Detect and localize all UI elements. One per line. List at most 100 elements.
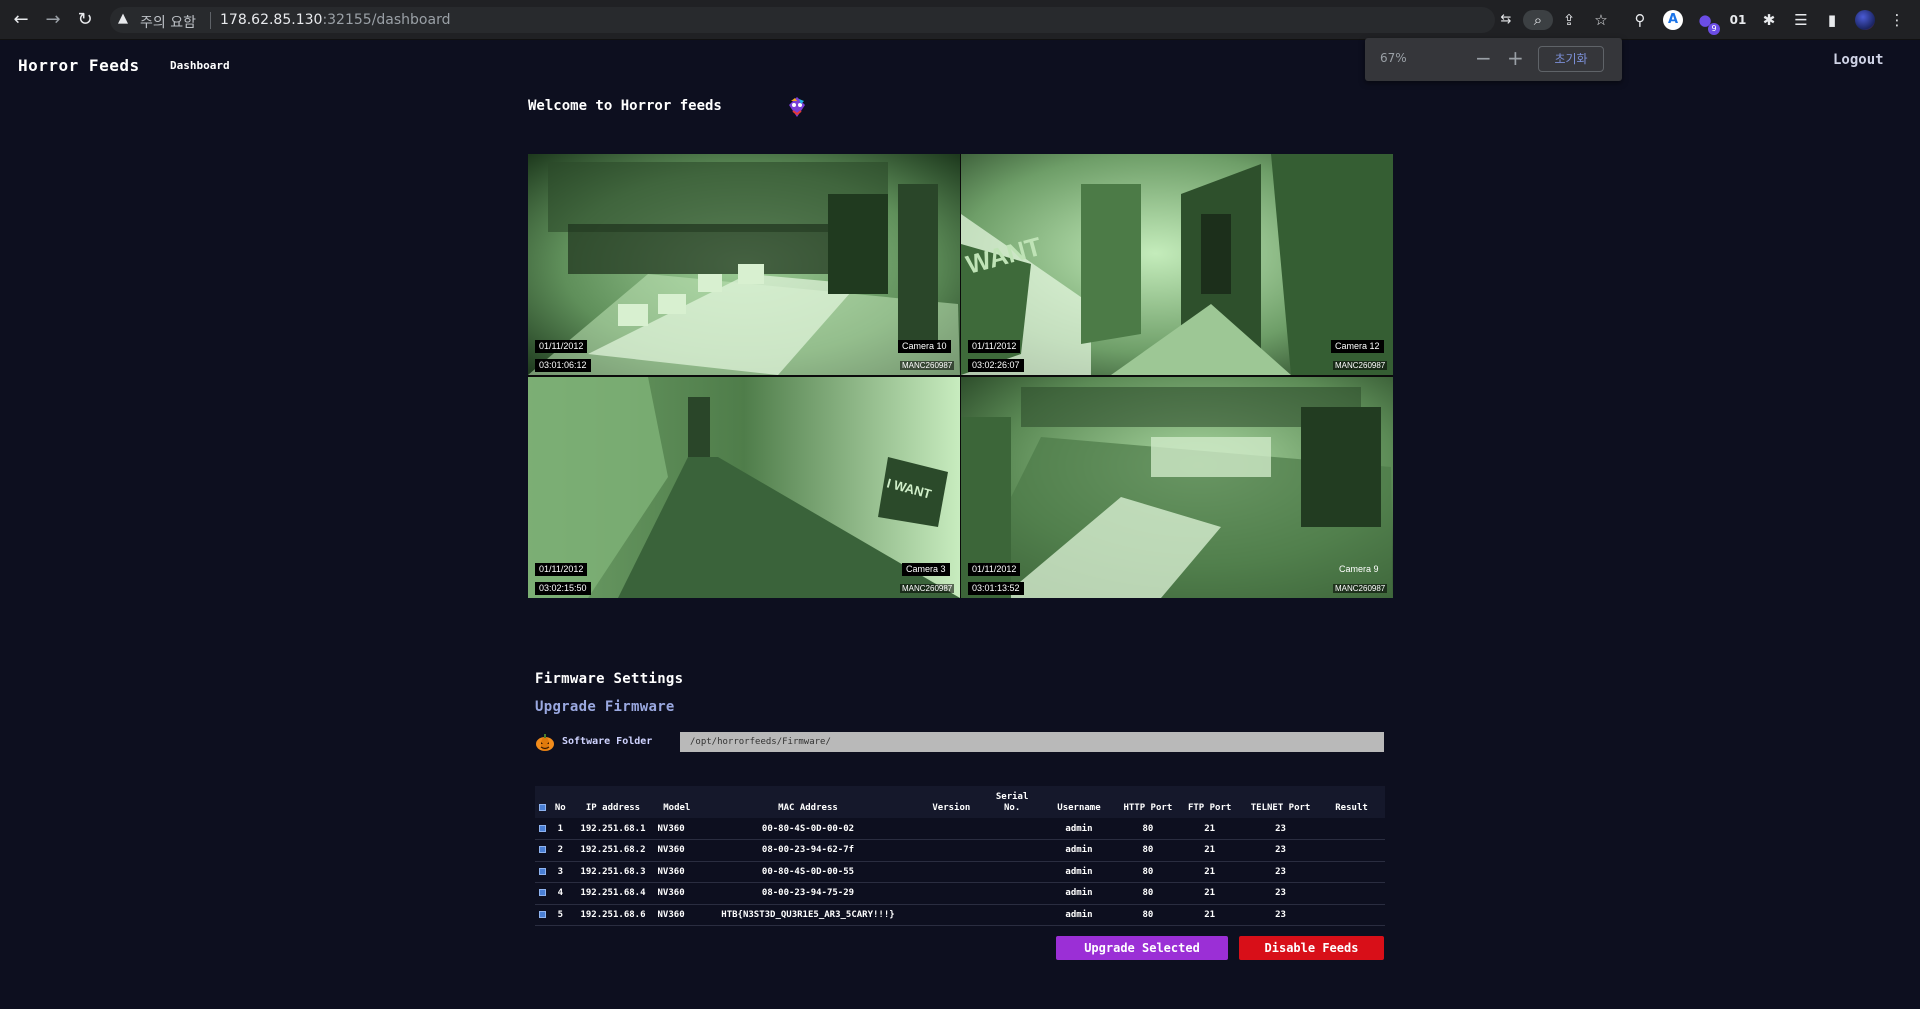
profile-icon[interactable] — [1855, 10, 1875, 30]
share-icon[interactable]: ⇪ — [1559, 10, 1579, 30]
reload-icon[interactable]: ↻ — [74, 9, 96, 30]
disable-feeds-button[interactable]: Disable Feeds — [1239, 936, 1384, 960]
cell-model: NV360 — [654, 839, 700, 862]
kebab-menu-icon[interactable]: ⋮ — [1887, 10, 1907, 30]
cell-version — [916, 882, 986, 905]
cam-name: Camera 3 — [902, 563, 950, 576]
cell-username: admin — [1038, 818, 1120, 840]
col-serial: Serial No. — [995, 792, 1029, 813]
extension-search-icon[interactable]: ⚲ — [1630, 10, 1650, 30]
cam-name: Camera 12 — [1331, 340, 1384, 353]
cell-version — [916, 839, 986, 862]
cell-serial — [985, 818, 1039, 840]
table-row[interactable]: 4 192.251.68.4 NV360 08-00-23-94-75-29 a… — [535, 882, 1385, 905]
cam-date: 01/11/2012 — [968, 563, 1021, 576]
cell-serial — [985, 839, 1039, 862]
ghost-badge-icon — [789, 97, 805, 117]
cell-username: admin — [1038, 904, 1120, 926]
cell-http: 80 — [1119, 882, 1177, 905]
cell-http: 80 — [1119, 861, 1177, 883]
cell-ftp: 21 — [1176, 861, 1244, 883]
camera-feed-3[interactable]: I WANT 01/11/2012 03:02:15:50 Camera 3 M… — [528, 377, 960, 598]
cell-ip: 192.251.68.1 — [571, 818, 655, 840]
row-checkbox[interactable] — [535, 818, 550, 840]
cam-id: MANC260987 — [1333, 361, 1388, 370]
puzzle-icon[interactable]: ✱ — [1759, 10, 1779, 30]
security-warning[interactable]: 주의 요함 — [140, 12, 196, 32]
row-checkbox[interactable] — [535, 861, 550, 883]
device-table: No IP address Model MAC Address Version … — [535, 786, 1385, 926]
cell-result — [1318, 861, 1385, 883]
logout-link[interactable]: Logout — [1833, 52, 1884, 68]
table-row[interactable]: 1 192.251.68.1 NV360 00-80-4S-0D-00-02 a… — [535, 818, 1385, 840]
translate-icon[interactable]: ⇆ — [1496, 10, 1516, 30]
zoom-in-button[interactable]: + — [1507, 46, 1524, 70]
url-host: 178.62.85.130 — [220, 12, 323, 28]
cell-no: 2 — [549, 839, 572, 862]
col-ip: IP address — [585, 803, 641, 813]
cell-telnet: 23 — [1243, 818, 1319, 840]
cam-date: 01/11/2012 — [968, 340, 1021, 353]
warning-icon[interactable]: ▲ — [118, 11, 128, 26]
cell-http: 80 — [1119, 839, 1177, 862]
select-all-checkbox[interactable] — [535, 786, 549, 818]
cell-http: 80 — [1119, 818, 1177, 840]
zoom-percent: 67% — [1380, 51, 1407, 65]
back-arrow-icon[interactable]: ← — [10, 9, 32, 30]
row-checkbox[interactable] — [535, 839, 550, 862]
cell-mac: 08-00-23-94-75-29 — [699, 882, 917, 905]
upgrade-firmware-heading: Upgrade Firmware — [535, 699, 675, 715]
cell-version — [916, 818, 986, 840]
row-checkbox[interactable] — [535, 882, 550, 905]
cell-ip: 192.251.68.2 — [571, 839, 655, 862]
table-row[interactable]: 3 192.251.68.3 NV360 00-80-4S-0D-00-55 a… — [535, 861, 1385, 883]
cell-model: NV360 — [654, 861, 700, 883]
nav-dashboard-link[interactable]: Dashboard — [170, 59, 230, 72]
cell-no: 3 — [549, 861, 572, 883]
table-row[interactable]: 2 192.251.68.2 NV360 08-00-23-94-62-7f a… — [535, 839, 1385, 862]
col-mac: MAC Address — [778, 803, 838, 813]
cell-ftp: 21 — [1176, 818, 1244, 840]
brand-logo[interactable]: Horror Feeds — [18, 56, 140, 75]
forward-arrow-icon[interactable]: → — [42, 9, 64, 30]
cell-result — [1318, 839, 1385, 862]
table-row[interactable]: 5 192.251.68.6 NV360 HTB{N3ST3D_QU3R1E5_… — [535, 904, 1385, 926]
url-text[interactable]: 178.62.85.130:32155/dashboard — [220, 12, 450, 28]
camera-feed-10[interactable]: 01/11/2012 03:01:06:12 Camera 10 MANC260… — [528, 154, 960, 375]
camera-grid: 01/11/2012 03:01:06:12 Camera 10 MANC260… — [528, 154, 1393, 598]
upgrade-selected-button[interactable]: Upgrade Selected — [1056, 936, 1228, 960]
cam-time: 03:02:26:07 — [968, 359, 1024, 372]
media-icon[interactable]: ☰ — [1791, 10, 1811, 30]
cell-result — [1318, 904, 1385, 926]
cell-model: NV360 — [654, 882, 700, 905]
account-a-icon[interactable]: A — [1663, 10, 1683, 30]
cell-no: 4 — [549, 882, 572, 905]
cell-mac: 00-80-4S-0D-00-55 — [699, 861, 917, 883]
cam-date: 01/11/2012 — [535, 563, 588, 576]
cell-serial — [985, 861, 1039, 883]
bookmark-star-icon[interactable]: ☆ — [1591, 10, 1611, 30]
url-path: :32155/dashboard — [322, 12, 451, 28]
zoom-icon[interactable]: ⌕ — [1523, 10, 1553, 30]
zoom-reset-button[interactable]: 초기화 — [1538, 46, 1604, 72]
software-folder-input[interactable] — [680, 732, 1384, 752]
extension-01[interactable]: 01 — [1728, 10, 1748, 30]
camera-feed-9[interactable]: 01/11/2012 03:01:13:52 Camera 9 MANC2609… — [961, 377, 1393, 598]
col-result: Result — [1335, 803, 1368, 813]
extension-badge: 9 — [1708, 23, 1720, 35]
row-checkbox[interactable] — [535, 904, 550, 926]
cell-telnet: 23 — [1243, 882, 1319, 905]
cam-date: 01/11/2012 — [535, 340, 588, 353]
zoom-out-button[interactable]: − — [1475, 46, 1492, 70]
sidepanel-icon[interactable]: ▮ — [1822, 10, 1842, 30]
cell-mac: HTB{N3ST3D_QU3R1E5_AR3_5CARY!!!} — [699, 904, 917, 926]
cell-ftp: 21 — [1176, 904, 1244, 926]
cell-telnet: 23 — [1243, 839, 1319, 862]
cell-result — [1318, 818, 1385, 840]
col-username: Username — [1057, 803, 1101, 813]
cell-serial — [985, 882, 1039, 905]
cell-result — [1318, 882, 1385, 905]
software-folder-label: Software Folder — [562, 736, 653, 747]
cam-id: MANC260987 — [900, 361, 955, 370]
camera-feed-12[interactable]: WANT 01/11/2012 03:02:26:07 Camera 12 MA… — [961, 154, 1393, 375]
